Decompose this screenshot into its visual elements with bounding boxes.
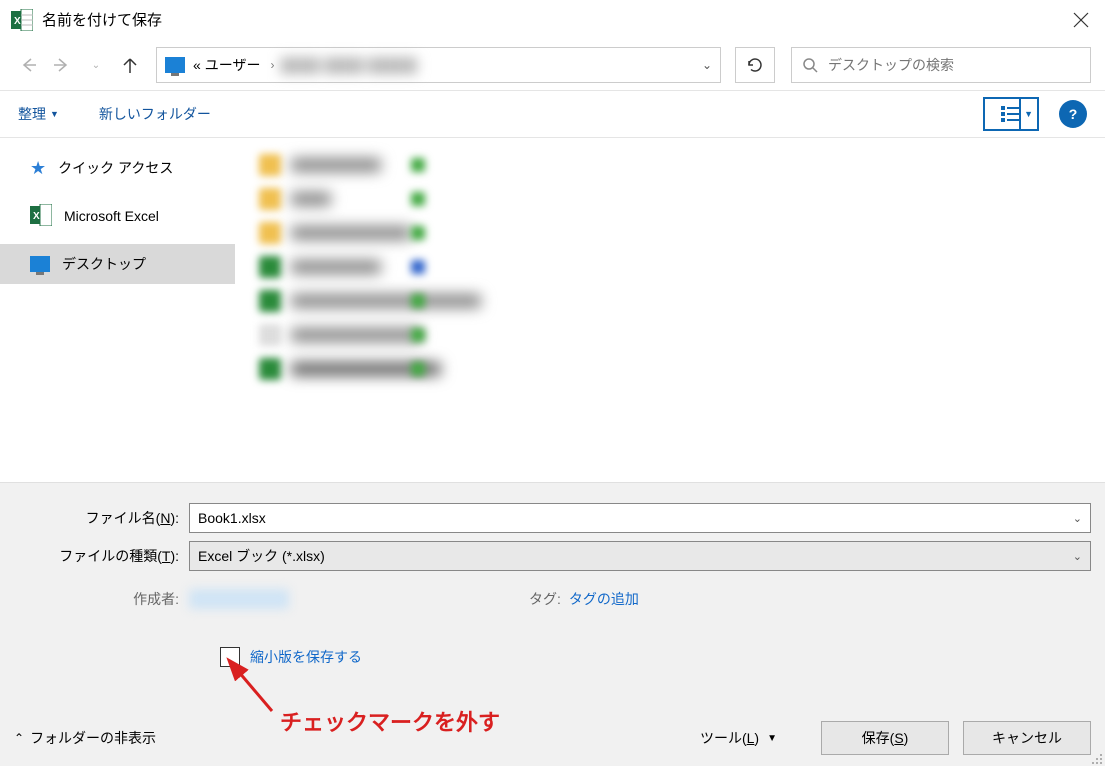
list-item[interactable]: [259, 152, 1081, 178]
excel-icon: X: [30, 204, 52, 229]
pc-icon: [165, 57, 185, 73]
view-mode-button[interactable]: ▼: [983, 97, 1039, 131]
list-item[interactable]: [259, 322, 1081, 348]
list-item[interactable]: [259, 254, 1081, 280]
excel-icon: X: [10, 8, 34, 32]
desktop-icon: [30, 256, 50, 272]
filename-label: ファイル名(N):: [14, 508, 189, 528]
toolbar: 整理 ▼ 新しいフォルダー ▼ ?: [0, 90, 1105, 138]
chevron-down-icon[interactable]: ⌄: [1073, 550, 1082, 563]
footer: ⌃ フォルダーの非表示 ツール(L) ▼ 保存(S) キャンセル: [0, 710, 1105, 766]
chevron-down-icon: ▼: [50, 109, 59, 119]
cancel-button[interactable]: キャンセル: [963, 721, 1091, 755]
breadcrumb[interactable]: « ユーザー › ████ ████ █████ ⌄: [156, 47, 721, 83]
navbar: ⌄ « ユーザー › ████ ████ █████ ⌄: [0, 40, 1105, 90]
sidebar-item-desktop[interactable]: デスクトップ: [0, 244, 235, 284]
details-view-icon: [1001, 106, 1021, 122]
filename-input[interactable]: Book1.xlsx ⌄: [189, 503, 1091, 533]
close-button[interactable]: [1057, 0, 1105, 40]
breadcrumb-user[interactable]: ユーザー: [205, 55, 261, 75]
help-button[interactable]: ?: [1059, 100, 1087, 128]
main-area: ★ クイック アクセス X Microsoft Excel デスクトップ: [0, 138, 1105, 482]
chevron-up-icon: ⌃: [14, 731, 24, 745]
save-button[interactable]: 保存(S): [821, 721, 949, 755]
breadcrumb-dropdown[interactable]: ⌄: [702, 58, 712, 72]
search-icon: [802, 57, 818, 73]
tags-label: タグ:: [529, 589, 561, 609]
filetype-select[interactable]: Excel ブック (*.xlsx) ⌄: [189, 541, 1091, 571]
sidebar-item-quick-access[interactable]: ★ クイック アクセス: [0, 148, 235, 188]
filetype-label: ファイルの種類(T):: [14, 546, 189, 566]
search-input[interactable]: [828, 57, 1080, 73]
star-icon: ★: [30, 158, 46, 179]
chevron-down-icon[interactable]: ⌄: [1073, 512, 1082, 525]
back-button[interactable]: [14, 51, 42, 79]
author-label: 作成者:: [14, 589, 189, 609]
resize-grip[interactable]: [1091, 752, 1103, 764]
breadcrumb-blurred: ████ ████ █████: [281, 57, 702, 73]
svg-text:X: X: [14, 16, 21, 27]
list-item[interactable]: [259, 356, 1081, 382]
forward-button[interactable]: [48, 51, 76, 79]
thumbnail-label[interactable]: 縮小版を保存する: [250, 647, 362, 667]
thumbnail-checkbox[interactable]: [220, 647, 240, 667]
add-tags-link[interactable]: タグの追加: [569, 589, 639, 609]
new-folder-button[interactable]: 新しいフォルダー: [99, 104, 211, 124]
titlebar: X 名前を付けて保存: [0, 0, 1105, 40]
refresh-button[interactable]: [735, 47, 775, 83]
bottom-panel: ファイル名(N): Book1.xlsx ⌄ ファイルの種類(T): Excel…: [0, 482, 1105, 766]
up-button[interactable]: [116, 51, 144, 79]
organize-menu[interactable]: 整理 ▼: [18, 104, 59, 124]
list-item[interactable]: [259, 220, 1081, 246]
chevron-down-icon: ▼: [1024, 109, 1033, 119]
breadcrumb-prefix: «: [193, 57, 201, 73]
sidebar-item-excel[interactable]: X Microsoft Excel: [0, 196, 235, 236]
chevron-right-icon: ›: [271, 58, 275, 72]
svg-text:X: X: [33, 211, 40, 222]
recent-dropdown[interactable]: ⌄: [82, 51, 110, 79]
search-box[interactable]: [791, 47, 1091, 83]
list-item[interactable]: [259, 186, 1081, 212]
window-title: 名前を付けて保存: [42, 9, 162, 30]
author-value[interactable]: [189, 589, 289, 609]
list-item[interactable]: [259, 288, 1081, 314]
chevron-down-icon: ▼: [767, 733, 777, 744]
file-list[interactable]: [235, 138, 1105, 482]
sidebar: ★ クイック アクセス X Microsoft Excel デスクトップ: [0, 138, 235, 482]
annotation: チェックマークを外す: [210, 663, 290, 716]
hide-folders-button[interactable]: ⌃ フォルダーの非表示: [14, 728, 156, 748]
tools-menu[interactable]: ツール(L) ▼: [700, 728, 777, 748]
